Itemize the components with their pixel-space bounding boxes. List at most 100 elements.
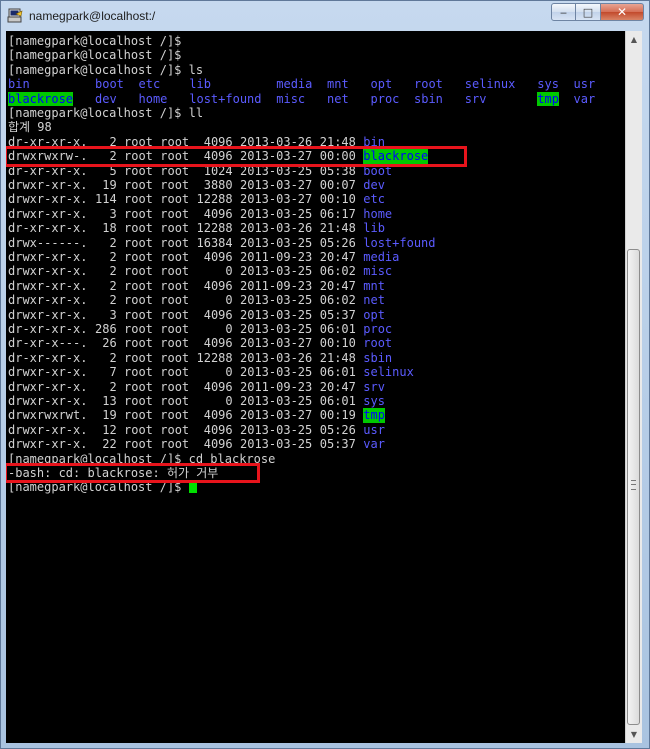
owner: root [124, 206, 153, 221]
modified-time: 05:26 [319, 422, 356, 437]
dir-name-etc: etc [363, 192, 385, 207]
owner: root [124, 322, 153, 336]
file-size: 4096 [196, 206, 233, 221]
ls-entry-mnt: mnt [327, 77, 349, 92]
scroll-down-arrow-icon[interactable]: ▼ [626, 726, 642, 743]
file-size: 4096 [196, 336, 233, 351]
total-blocks-line-text: 합계 98 [8, 120, 52, 135]
ls-entry-sys: sys [537, 77, 559, 92]
modified-time: 06:01 [319, 394, 356, 408]
owner: root [124, 336, 153, 351]
group: root [160, 350, 190, 365]
modified-time: 06:17 [319, 206, 356, 221]
modified-date: 2011-09-23 [240, 379, 313, 394]
ls-entry-media: media [276, 77, 313, 92]
owner: root [124, 163, 153, 178]
modified-time: 21:48 [319, 221, 356, 236]
owner: root [124, 365, 153, 380]
link-count: 5 [95, 163, 117, 178]
shell-prompt-line-text: [namegpark@localhost /]$ [8, 48, 182, 63]
modified-time: 00:10 [319, 192, 356, 207]
modified-time: 05:38 [319, 163, 356, 178]
owner: root [124, 307, 153, 322]
modified-date: 2013-03-25 [240, 437, 313, 452]
permissions: drwxr-xr-x. [8, 206, 88, 221]
modified-time: 21:48 [319, 350, 356, 365]
modified-time: 06:02 [319, 264, 356, 279]
permissions: drwxr-xr-x. [8, 250, 88, 264]
group: root [160, 206, 190, 221]
file-size: 12288 [196, 221, 233, 236]
modified-date: 2013-03-27 [240, 408, 313, 423]
file-size: 4096 [196, 437, 233, 452]
permissions: drwxr-xr-x. [8, 307, 88, 322]
owner: root [124, 178, 153, 192]
shell-prompt-line-text: [namegpark@localhost /]$ ll [8, 106, 204, 120]
owner: root [124, 134, 153, 149]
ls-entry-srv: srv [464, 91, 487, 106]
link-count: 114 [95, 192, 117, 207]
link-count: 12 [95, 422, 117, 437]
scroll-up-arrow-icon[interactable]: ▲ [626, 31, 642, 48]
modified-date: 2013-03-25 [240, 293, 313, 308]
dir-name-sys: sys [363, 394, 385, 408]
link-count: 286 [95, 322, 117, 336]
group: root [160, 235, 190, 250]
modified-time: 00:00 [319, 149, 356, 164]
dir-name-media: media [363, 250, 400, 264]
ls-entry-net: net [327, 91, 349, 106]
shell-prompt-line-text: [namegpark@localhost /]$ cd blackrose [8, 451, 276, 466]
file-size: 4096 [196, 379, 233, 394]
modified-date: 2011-09-23 [240, 250, 313, 264]
file-size: 4096 [196, 149, 233, 164]
shell-prompt-line-text: [namegpark@localhost /]$ [8, 480, 189, 495]
dir-name-mnt: mnt [363, 278, 385, 293]
owner: root [124, 350, 153, 365]
vertical-scrollbar[interactable]: ▲ ▼ [625, 31, 642, 743]
group: root [160, 322, 190, 336]
dir-name-sbin: sbin [363, 350, 393, 365]
owner: root [124, 264, 153, 279]
permissions: dr-xr-x---. [8, 336, 88, 351]
dir-name-tmp: tmp [363, 408, 385, 423]
permissions: dr-xr-xr-x. [8, 350, 88, 365]
group: root [160, 178, 190, 192]
modified-time: 20:47 [319, 278, 356, 293]
dir-name-var: var [363, 437, 385, 452]
ls-entry-home: home [138, 91, 168, 106]
link-count: 18 [95, 221, 117, 236]
maximize-button[interactable]: □ [576, 3, 601, 21]
terminal-screen[interactable]: [namegpark@localhost /]$ [namegpark@local… [6, 31, 625, 743]
owner: root [124, 192, 153, 207]
modified-time: 05:37 [319, 307, 356, 322]
link-count: 22 [95, 437, 117, 452]
permissions: drwxrwxrwt. [8, 408, 88, 423]
file-size: 0 [196, 264, 233, 279]
title-bar[interactable]: namegpark@localhost:/ ‒ □ ✕ [1, 1, 649, 31]
dir-name-misc: misc [363, 264, 393, 279]
modified-date: 2013-03-27 [240, 336, 313, 351]
modified-date: 2013-03-25 [240, 264, 313, 279]
close-button[interactable]: ✕ [601, 3, 644, 21]
minimize-button[interactable]: ‒ [551, 3, 576, 21]
permissions: drwx------. [8, 235, 88, 250]
link-count: 2 [95, 278, 117, 293]
scrollbar-thumb[interactable] [627, 249, 640, 725]
dir-name-usr: usr [363, 422, 385, 437]
permissions: drwxr-xr-x. [8, 365, 88, 380]
dir-name-selinux: selinux [363, 365, 414, 380]
file-size: 4096 [196, 250, 233, 264]
modified-time: 20:47 [319, 250, 356, 264]
link-count: 3 [95, 307, 117, 322]
modified-date: 2013-03-25 [240, 394, 313, 408]
modified-date: 2013-03-25 [240, 163, 313, 178]
file-size: 4096 [196, 408, 233, 423]
group: root [160, 163, 190, 178]
owner: root [124, 235, 153, 250]
modified-time: 00:19 [319, 408, 356, 423]
dir-name-home: home [363, 206, 393, 221]
permissions: dr-xr-xr-x. [8, 322, 88, 336]
modified-date: 2013-03-25 [240, 206, 313, 221]
ls-entry-etc: etc [138, 77, 161, 92]
permissions: drwxr-xr-x. [8, 422, 88, 437]
